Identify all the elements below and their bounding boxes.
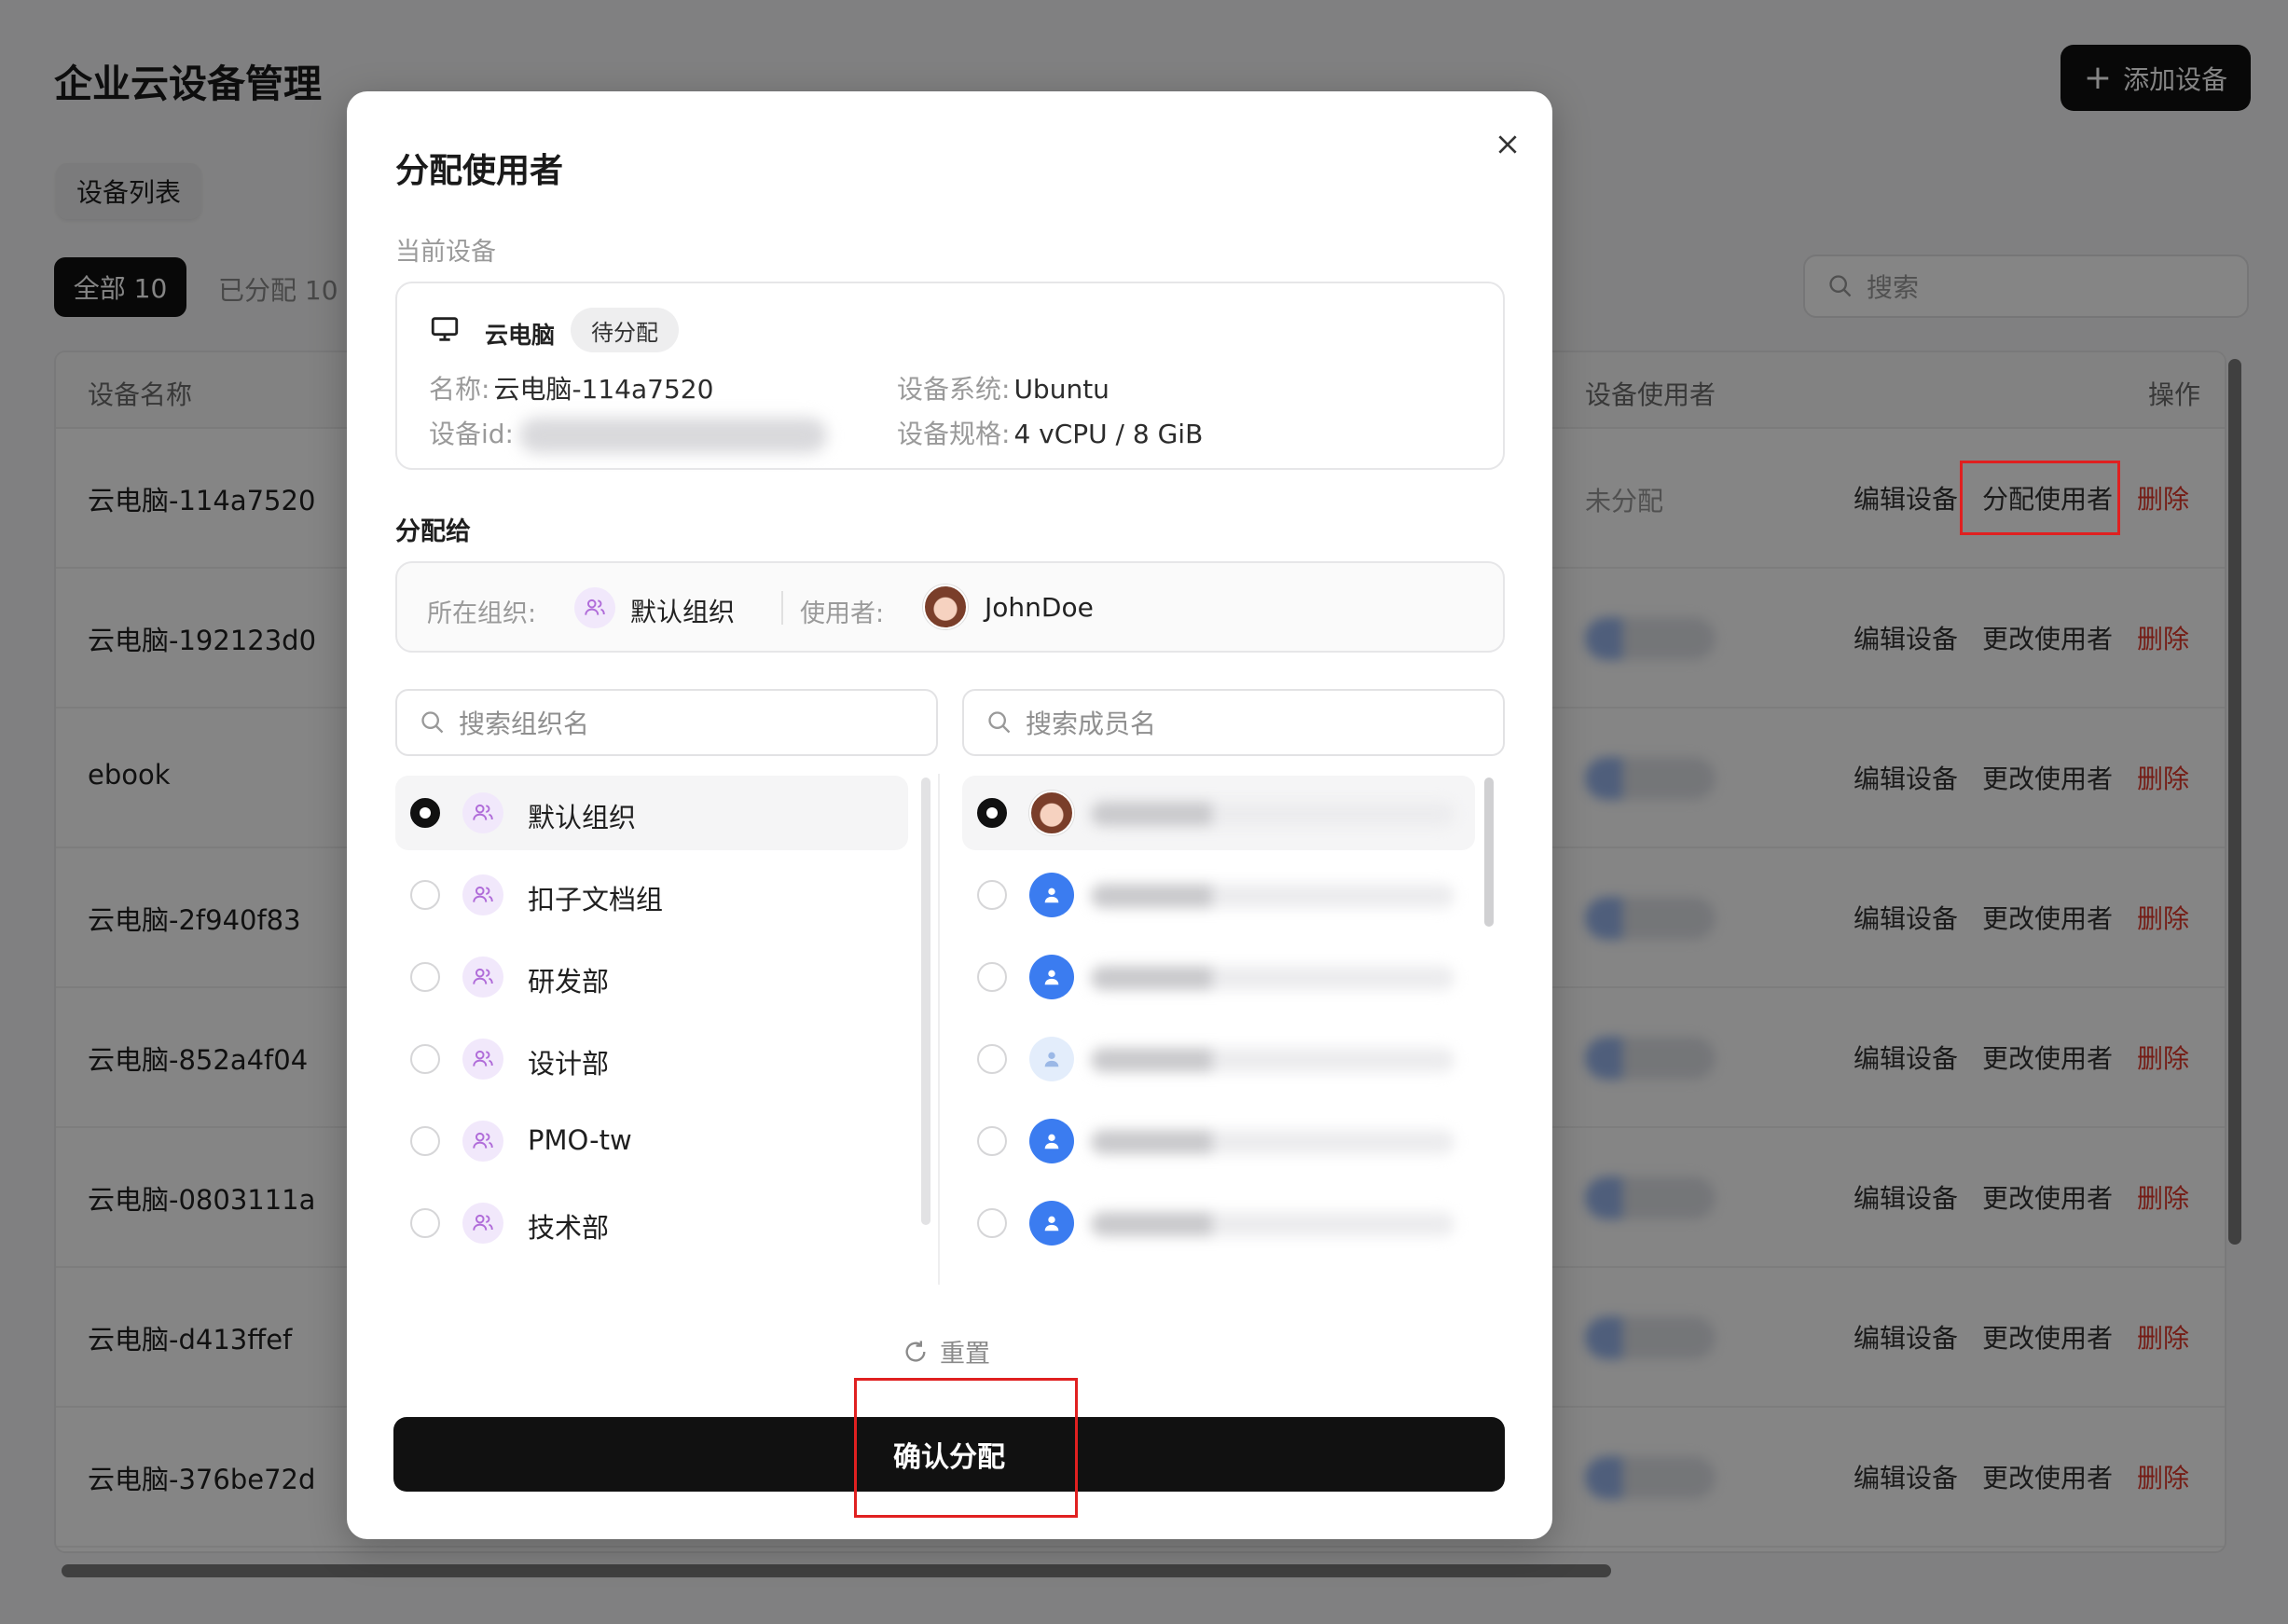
group-icon — [462, 874, 503, 915]
dialog-title: 分配使用者 — [395, 152, 564, 190]
org-item[interactable]: 扣子文档组 — [395, 858, 908, 932]
org-item[interactable]: 设计部 — [395, 1022, 908, 1096]
reset-label: 重置 — [940, 1340, 990, 1369]
member-item[interactable] — [962, 776, 1475, 850]
user-icon — [1029, 1201, 1074, 1246]
assignment-summary: 所在组织: 默认组织 使用者: JohnDoe — [395, 561, 1505, 653]
reset-button[interactable]: 重置 — [903, 1333, 990, 1369]
group-icon — [462, 1203, 503, 1244]
user-icon — [1029, 1037, 1074, 1081]
org-list: 默认组织 扣子文档组 研发部 设计部 PMO-tw 技术部 — [395, 774, 938, 1285]
member-list-scrollbar[interactable] — [1484, 778, 1494, 927]
radio[interactable] — [977, 962, 1007, 992]
member-item[interactable] — [962, 1104, 1475, 1178]
device-type: 云电脑 — [485, 322, 556, 349]
radio[interactable] — [977, 880, 1007, 910]
device-id-field: 设备id: — [429, 414, 827, 453]
member-item[interactable] — [962, 1022, 1475, 1096]
user-icon — [1029, 955, 1074, 999]
avatar — [923, 585, 968, 629]
org-name: 默认组织 — [528, 802, 637, 833]
org-item[interactable]: 研发部 — [395, 940, 908, 1014]
group-icon — [462, 957, 503, 998]
refresh-icon — [905, 1340, 926, 1362]
radio-selected[interactable] — [977, 798, 1007, 828]
id-label: 设备id: — [429, 419, 514, 449]
org-name: 研发部 — [528, 966, 610, 998]
group-icon — [462, 1039, 503, 1080]
radio-selected[interactable] — [410, 798, 440, 828]
org-name: 扣子文档组 — [528, 884, 664, 915]
member-name-blurred — [1091, 1212, 1454, 1236]
assign-user-dialog: 分配使用者 当前设备 云电脑 待分配 名称: 云电脑-114a7520 设备id:… — [347, 91, 1552, 1539]
group-icon — [462, 792, 503, 833]
group-icon — [462, 1121, 503, 1162]
user-value: JohnDoe — [985, 592, 1094, 623]
monitor-icon — [431, 317, 459, 341]
member-name-blurred — [1091, 1130, 1454, 1154]
current-device-label: 当前设备 — [395, 238, 496, 267]
highlight-confirm-assign — [854, 1378, 1078, 1518]
radio[interactable] — [977, 1126, 1007, 1156]
user-icon — [1029, 873, 1074, 917]
member-name-blurred — [1091, 884, 1454, 908]
org-search-input[interactable]: 搜索组织名 — [395, 689, 938, 756]
radio[interactable] — [410, 962, 440, 992]
member-name-blurred — [1091, 966, 1454, 990]
radio[interactable] — [410, 1208, 440, 1238]
member-item[interactable] — [962, 1186, 1475, 1260]
user-icon — [1029, 1119, 1074, 1163]
name-value: 云电脑-114a7520 — [493, 374, 714, 405]
avatar — [1029, 791, 1074, 835]
org-list-scrollbar[interactable] — [921, 778, 930, 1225]
device-id-blurred — [519, 418, 827, 453]
radio[interactable] — [410, 880, 440, 910]
org-name: 设计部 — [528, 1048, 610, 1080]
member-name-blurred — [1091, 1048, 1454, 1072]
highlight-assign-user — [1960, 461, 2120, 535]
divider — [781, 591, 783, 625]
org-item[interactable]: PMO-tw — [395, 1104, 908, 1178]
device-os-field: 设备系统: Ubuntu — [897, 369, 1110, 406]
org-item[interactable]: 技术部 — [395, 1186, 908, 1260]
member-item[interactable] — [962, 858, 1475, 932]
name-label: 名称: — [429, 374, 490, 405]
status-badge: 待分配 — [571, 308, 679, 352]
group-icon — [574, 587, 615, 628]
device-spec-field: 设备规格: 4 vCPU / 8 GiB — [897, 414, 1203, 451]
member-item[interactable] — [962, 940, 1475, 1014]
device-name-field: 名称: 云电脑-114a7520 — [429, 369, 713, 406]
search-icon — [988, 711, 1011, 734]
list-divider — [938, 774, 940, 1285]
spec-value: 4 vCPU / 8 GiB — [1013, 419, 1204, 449]
org-item[interactable]: 默认组织 — [395, 776, 908, 850]
org-name: PMO-tw — [528, 1124, 632, 1156]
spec-label: 设备规格: — [897, 419, 1011, 449]
org-name: 技术部 — [528, 1212, 610, 1244]
radio[interactable] — [410, 1044, 440, 1074]
radio[interactable] — [977, 1208, 1007, 1238]
org-search-placeholder: 搜索组织名 — [459, 709, 590, 739]
os-label: 设备系统: — [897, 374, 1011, 405]
member-search-placeholder: 搜索成员名 — [1026, 709, 1157, 739]
user-label: 使用者: — [800, 599, 885, 628]
radio[interactable] — [977, 1044, 1007, 1074]
close-icon — [1498, 135, 1517, 154]
org-value: 默认组织 — [630, 597, 736, 627]
org-label: 所在组织: — [427, 599, 537, 628]
radio[interactable] — [410, 1126, 440, 1156]
close-button[interactable] — [1484, 121, 1531, 168]
member-search-input[interactable]: 搜索成员名 — [962, 689, 1505, 756]
os-value: Ubuntu — [1013, 374, 1110, 405]
device-card: 云电脑 待分配 名称: 云电脑-114a7520 设备id: 设备系统: Ubunt… — [395, 282, 1505, 470]
member-list — [962, 774, 1505, 1285]
assign-to-label: 分配给 — [395, 517, 471, 546]
member-name-blurred — [1091, 802, 1454, 826]
search-icon — [421, 711, 444, 734]
